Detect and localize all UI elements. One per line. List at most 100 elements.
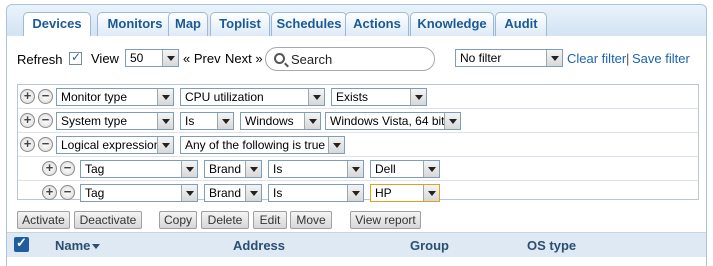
deactivate-button[interactable]: Deactivate <box>74 211 142 229</box>
chevron-down-icon <box>157 113 173 129</box>
save-filter-link[interactable]: Save filter <box>632 51 690 66</box>
filter-row-4: + − Tag Brand Is Dell <box>18 157 698 181</box>
filter-editor: + − Monitor type CPU utilization Exists … <box>17 84 699 202</box>
filter-field-select[interactable]: Tag <box>80 184 198 202</box>
filter-row-3: + − Logical expression Any of the follow… <box>18 133 698 157</box>
filter-field-value: Logical expression <box>61 138 161 152</box>
delete-button[interactable]: Delete <box>201 211 249 229</box>
filter-operator-value: Is <box>185 114 195 128</box>
column-header-group[interactable]: Group <box>410 238 449 253</box>
copy-button[interactable]: Copy <box>159 211 197 229</box>
view-count-select[interactable]: 50 <box>125 49 179 67</box>
tab-toplist[interactable]: Toplist <box>210 12 270 37</box>
select-all-checkbox[interactable] <box>14 235 29 252</box>
filter-value-select[interactable]: Exists <box>331 88 427 106</box>
filter-operator-value: Is <box>273 186 283 200</box>
filter-row-5: + − Tag Brand Is HP <box>18 181 698 205</box>
chevron-down-icon <box>157 89 173 105</box>
filter-field-value: Tag <box>85 186 105 200</box>
filter-value-value: Exists <box>336 90 369 104</box>
next-page-link[interactable]: Next » <box>225 51 263 67</box>
filter-operator-value: Is <box>273 162 283 176</box>
view-report-button[interactable]: View report <box>350 211 421 229</box>
filter-field-value: Monitor type <box>61 90 128 104</box>
filter-field-select[interactable]: Logical expression <box>56 136 174 154</box>
filter-value-select[interactable]: HP <box>370 184 440 202</box>
prev-page-link[interactable]: « Prev <box>183 51 221 67</box>
chevron-down-icon <box>347 161 363 177</box>
chevron-down-icon <box>328 137 344 153</box>
tab-map[interactable]: Map <box>168 12 208 37</box>
minus-circle-icon[interactable]: − <box>38 137 53 152</box>
search-input[interactable]: Search <box>265 47 435 71</box>
activate-button[interactable]: Activate <box>17 211 70 229</box>
refresh-checkbox[interactable] <box>69 50 82 65</box>
filter-field-select[interactable]: Monitor type <box>56 88 174 106</box>
tab-actions[interactable]: Actions <box>345 12 409 37</box>
device-manager-window: Devices Monitors Map Toplist Schedules A… <box>0 0 713 266</box>
minus-circle-icon[interactable]: − <box>38 89 53 104</box>
chevron-down-icon <box>217 113 233 129</box>
filter-operator-select[interactable]: Is <box>268 160 364 178</box>
chevron-down-icon <box>304 113 320 129</box>
minus-circle-icon[interactable]: − <box>60 185 75 200</box>
filter-sub-select[interactable]: Brand <box>204 160 262 178</box>
filter-select[interactable]: No filter <box>455 49 563 67</box>
chevron-down-icon <box>410 89 426 105</box>
column-header-address[interactable]: Address <box>233 238 285 253</box>
tab-devices[interactable]: Devices <box>23 12 91 38</box>
refresh-label: Refresh <box>17 52 63 67</box>
plus-circle-icon[interactable]: + <box>20 89 35 104</box>
chevron-down-icon <box>181 161 197 177</box>
tab-monitors[interactable]: Monitors <box>97 12 173 37</box>
tab-schedules[interactable]: Schedules <box>271 12 347 37</box>
filter-operator-select[interactable]: Is <box>180 112 234 130</box>
filter-value-value: Dell <box>375 162 396 176</box>
filter-value-select[interactable]: Windows <box>240 112 321 130</box>
filter-field-value: System type <box>61 114 128 128</box>
view-label: View <box>91 51 119 66</box>
tab-bar: Devices Monitors Map Toplist Schedules A… <box>6 4 707 38</box>
view-count-value: 50 <box>130 51 144 65</box>
sort-descending-icon <box>92 244 101 250</box>
column-header-os-type[interactable]: OS type <box>527 238 576 253</box>
filter-sub-value: Brand <box>209 186 242 200</box>
filter-sub-value: Brand <box>209 162 242 176</box>
filter-extra-value: Windows Vista, 64 bit <box>330 114 445 128</box>
chevron-down-icon <box>245 161 261 177</box>
filter-operator-value: Any of the following is true <box>185 138 326 152</box>
chevron-down-icon <box>245 185 261 201</box>
filter-field-select[interactable]: Tag <box>80 160 198 178</box>
search-placeholder: Search <box>291 52 333 67</box>
filter-operator-select[interactable]: Any of the following is true <box>180 136 345 154</box>
minus-circle-icon[interactable]: − <box>60 161 75 176</box>
chevron-down-icon <box>423 185 439 201</box>
search-icon <box>274 53 285 64</box>
move-button[interactable]: Move <box>290 211 332 229</box>
column-name-label: Name <box>55 238 91 253</box>
chevron-down-icon <box>423 161 439 177</box>
chevron-down-icon <box>347 185 363 201</box>
tab-knowledge[interactable]: Knowledge <box>410 12 494 37</box>
filter-operator-select[interactable]: CPU utilization <box>180 88 325 106</box>
device-table-header: Name Address Group OS type <box>7 232 706 257</box>
filter-extra-select[interactable]: Windows Vista, 64 bit <box>325 112 461 130</box>
plus-circle-icon[interactable]: + <box>42 185 57 200</box>
tab-audit[interactable]: Audit <box>495 12 547 37</box>
chevron-down-icon <box>444 113 460 129</box>
column-header-name[interactable]: Name <box>55 238 101 253</box>
filter-field-select[interactable]: System type <box>56 112 174 130</box>
clear-filter-link[interactable]: Clear filter <box>567 51 626 66</box>
devices-panel: Refresh View 50 « Prev Next » Search No … <box>6 36 707 266</box>
chevron-down-icon <box>181 185 197 201</box>
plus-circle-icon[interactable]: + <box>42 161 57 176</box>
plus-circle-icon[interactable]: + <box>20 113 35 128</box>
filter-value-select[interactable]: Dell <box>370 160 440 178</box>
filter-sub-select[interactable]: Brand <box>204 184 262 202</box>
edit-button[interactable]: Edit <box>253 211 287 229</box>
minus-circle-icon[interactable]: − <box>38 113 53 128</box>
plus-circle-icon[interactable]: + <box>20 137 35 152</box>
filter-operator-select[interactable]: Is <box>268 184 364 202</box>
filter-row-1: + − Monitor type CPU utilization Exists <box>18 85 698 109</box>
chevron-down-icon <box>162 50 178 66</box>
